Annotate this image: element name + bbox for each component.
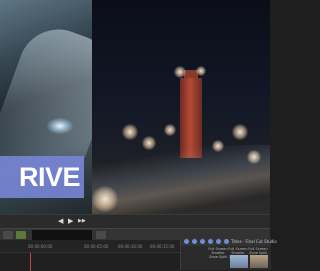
photos-icon[interactable] <box>224 239 229 244</box>
title-text: RIVE <box>18 162 81 192</box>
play-button[interactable]: ▶ <box>68 217 73 226</box>
ruler-label: 00:00:00:00 <box>28 244 53 249</box>
browser-title: Titles · Final Cut Studio <box>231 239 277 244</box>
transport-controls: ◀ ▶ ▶▶ <box>0 214 270 228</box>
traffic-light-streaks <box>92 145 270 214</box>
timeline-ruler: 00:00:00:00 00:00:05:00 00:00:10:00 00:0… <box>0 243 180 251</box>
ruler-label: 00:00:10:00 <box>118 244 143 249</box>
trim-tool-icon[interactable] <box>16 231 26 239</box>
select-tool-icon[interactable] <box>3 231 13 239</box>
titles-icon[interactable] <box>184 239 189 244</box>
themes-icon[interactable] <box>200 239 205 244</box>
title-thumbnail[interactable] <box>230 255 248 268</box>
zoom-tool-icon[interactable] <box>96 231 106 239</box>
title-item-label: Full Screen Zone Split <box>248 247 268 255</box>
bokeh-light <box>122 124 138 140</box>
effects-icon[interactable] <box>208 239 213 244</box>
bokeh-light <box>174 66 186 78</box>
title-thumbnail[interactable] <box>250 255 268 268</box>
next-frame-button[interactable]: ▶▶ <box>78 217 86 226</box>
bokeh-light <box>164 124 176 136</box>
ruler-label: 00:00:15:00 <box>150 244 175 249</box>
ruler-label: 00:00:05:00 <box>84 244 109 249</box>
playhead[interactable] <box>30 253 31 271</box>
timecode-display <box>32 230 92 240</box>
generators-icon[interactable] <box>192 239 197 244</box>
bridge-clip-frame <box>92 0 270 214</box>
track-area[interactable] <box>0 252 180 271</box>
browser-toolbar: Titles · Final Cut Studio <box>181 238 277 246</box>
previous-frame-button[interactable]: ◀ <box>58 217 63 226</box>
video-viewer: RIVE <box>0 0 270 214</box>
bokeh-light <box>196 66 206 76</box>
title-item-label: Full Screen Smaller Zone Split <box>208 247 228 259</box>
transitions-icon[interactable] <box>216 239 221 244</box>
titles-browser: Titles · Final Cut Studio Full Screen Sm… <box>180 238 277 270</box>
bokeh-light <box>232 124 248 140</box>
car-headlight <box>47 118 73 134</box>
